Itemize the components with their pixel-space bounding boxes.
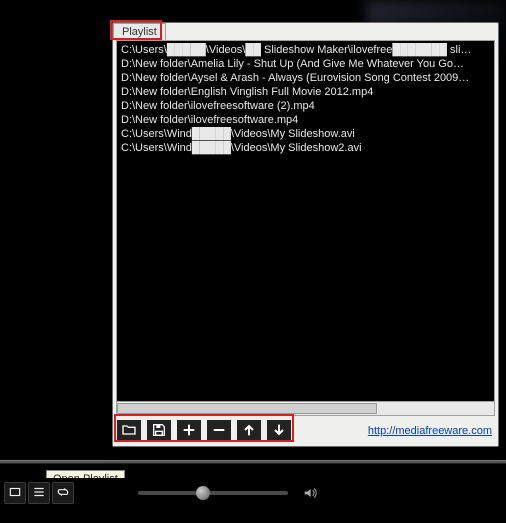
save-floppy-icon — [151, 422, 167, 441]
playlist-toolbar: http://mediafreeware.com — [113, 416, 498, 446]
arrow-up-icon — [241, 422, 257, 441]
remove-button[interactable] — [207, 420, 231, 442]
footer-link-area: http://mediafreeware.com — [368, 425, 492, 437]
list-item[interactable]: D:\New folder\ilovefreesoftware.mp4 — [121, 113, 490, 127]
repeat-button[interactable] — [52, 482, 74, 504]
list-item[interactable]: D:\New folder\English Vinglish Full Movi… — [121, 85, 490, 99]
list-item[interactable]: C:\Users\Wind█████\Videos\My Slideshow2.… — [121, 141, 490, 155]
add-button[interactable] — [177, 420, 201, 442]
minus-icon — [211, 422, 227, 441]
volume-thumb[interactable] — [196, 486, 210, 500]
open-folder-icon — [121, 422, 137, 441]
open-button[interactable] — [117, 420, 141, 442]
volume-icon[interactable] — [302, 485, 318, 501]
list-item[interactable]: D:\New folder\Amelia Lily - Shut Up (And… — [121, 57, 490, 71]
scrollbar-thumb[interactable] — [117, 403, 377, 414]
list-item[interactable]: C:\Users\█████\Videos\██ Slideshow Maker… — [121, 43, 490, 57]
plus-icon — [181, 422, 197, 441]
move-up-button[interactable] — [237, 420, 261, 442]
repeat-icon — [56, 485, 70, 502]
fullscreen-button[interactable] — [4, 482, 26, 504]
list-item[interactable]: C:\Users\Wind█████\Videos\My Slideshow.a… — [121, 127, 490, 141]
open-playlist-button[interactable] — [28, 482, 50, 504]
save-button[interactable] — [147, 420, 171, 442]
volume-slider[interactable] — [138, 491, 288, 495]
player-controls — [0, 478, 506, 508]
playlist-list[interactable]: C:\Users\█████\Videos\██ Slideshow Maker… — [117, 41, 494, 401]
list-item[interactable]: D:\New folder\ilovefreesoftware (2).mp4 — [121, 99, 490, 113]
website-link[interactable]: http://mediafreeware.com — [368, 425, 492, 437]
list-item[interactable]: D:\New folder\Aysel & Arash - Always (Eu… — [121, 71, 490, 85]
playlist-body: C:\Users\█████\Videos\██ Slideshow Maker… — [116, 40, 495, 416]
fullscreen-icon — [8, 485, 22, 502]
seek-bar[interactable] — [0, 460, 506, 464]
playlist-title-tab: Playlist — [113, 23, 166, 40]
playlist-window: Playlist C:\Users\█████\Videos\██ Slides… — [112, 22, 499, 447]
arrow-down-icon — [271, 422, 287, 441]
move-down-button[interactable] — [267, 420, 291, 442]
horizontal-scrollbar[interactable] — [117, 401, 494, 415]
playlist-icon — [32, 485, 46, 502]
